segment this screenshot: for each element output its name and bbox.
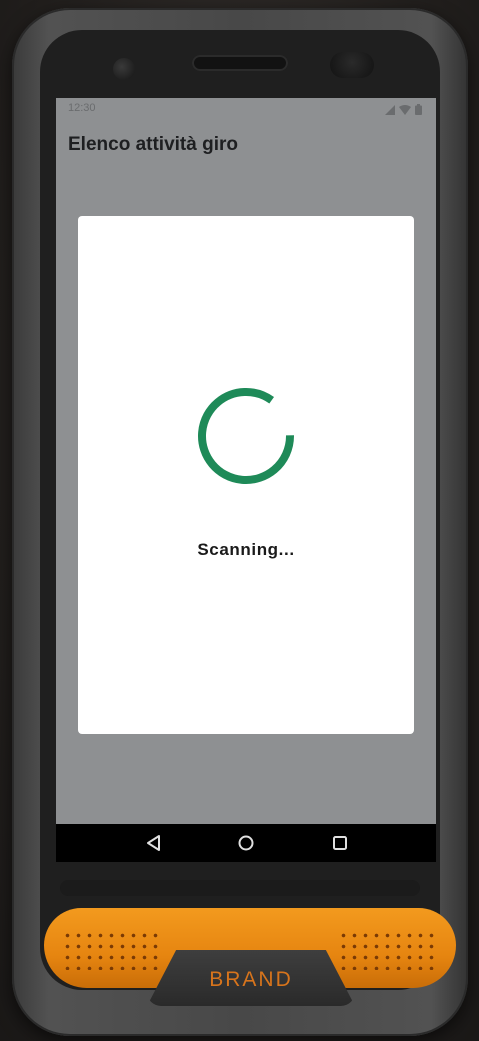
recents-icon[interactable] — [330, 833, 350, 853]
front-camera — [113, 58, 135, 80]
scanning-label: Scanning... — [197, 540, 295, 559]
status-icons — [385, 104, 422, 115]
device-chin — [60, 880, 420, 896]
scene: 12:30 Elenco attività giro Scanning... B… — [0, 0, 479, 1041]
signal-icon — [385, 104, 395, 115]
right-speaker-grille — [338, 930, 438, 970]
status-bar: 12:30 — [56, 98, 436, 122]
status-time: 12:30 — [68, 102, 96, 114]
earpiece-speaker — [192, 55, 288, 71]
home-icon[interactable] — [236, 833, 256, 853]
brand-plate: BRAND — [147, 950, 355, 1006]
loading-spinner-icon — [198, 388, 294, 484]
navigation-bar — [56, 824, 436, 862]
wifi-icon — [399, 104, 411, 115]
proximity-sensor — [330, 52, 374, 78]
brand-logo: BRAND — [209, 968, 293, 991]
left-speaker-grille — [62, 930, 162, 970]
page-title: Elenco attività giro — [68, 134, 238, 155]
back-icon[interactable] — [144, 833, 164, 853]
scanning-dialog: Scanning... — [78, 216, 414, 734]
battery-icon — [415, 104, 422, 115]
screen: 12:30 Elenco attività giro Scanning... — [56, 98, 436, 862]
